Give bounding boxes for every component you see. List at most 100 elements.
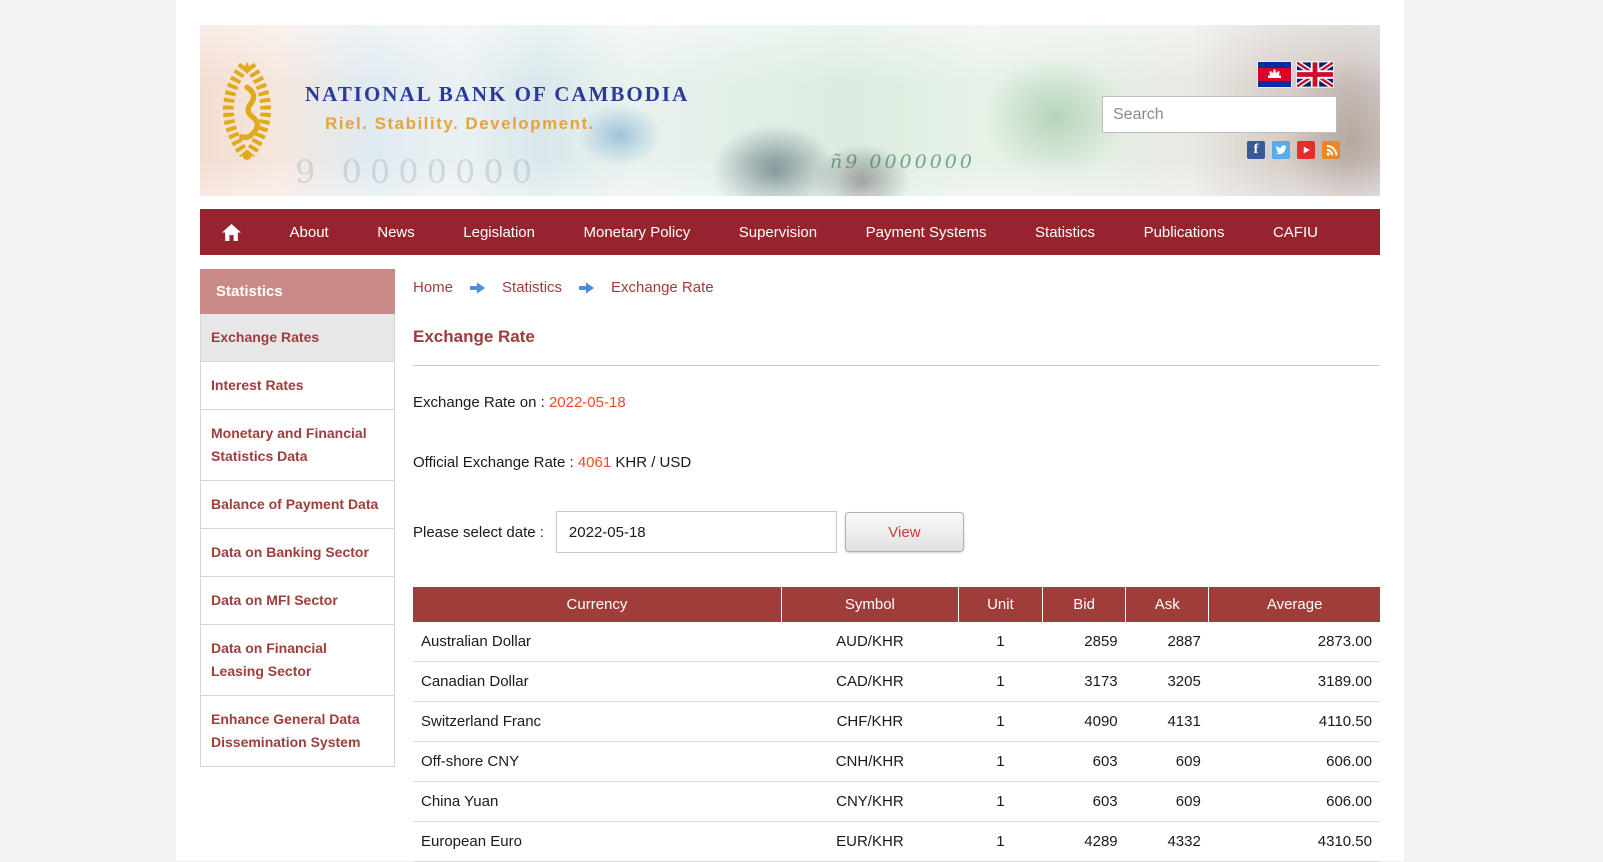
sidebar-item-egdds[interactable]: Enhance General Data Dissemination Syste… bbox=[200, 696, 395, 767]
cell-average: 3189.00 bbox=[1209, 662, 1380, 702]
table-row: Australian Dollar AUD/KHR 1 2859 2887 28… bbox=[413, 622, 1380, 662]
sidebar-item-banking-sector[interactable]: Data on Banking Sector bbox=[200, 529, 395, 577]
search-input[interactable] bbox=[1102, 96, 1337, 133]
breadcrumb-statistics[interactable]: Statistics bbox=[502, 279, 562, 296]
cell-symbol: EUR/KHR bbox=[781, 822, 958, 862]
cell-unit: 1 bbox=[958, 622, 1042, 662]
nav-item-statistics[interactable]: Statistics bbox=[1035, 224, 1095, 241]
table-header-row: Currency Symbol Unit Bid Ask Average bbox=[413, 587, 1380, 622]
sidebar-item-interest-rates[interactable]: Interest Rates bbox=[200, 362, 395, 410]
cell-bid: 2859 bbox=[1043, 622, 1126, 662]
cell-currency: Canadian Dollar bbox=[413, 662, 781, 702]
official-rate-label: Official Exchange Rate : bbox=[413, 454, 574, 471]
table-row: Off-shore CNY CNH/KHR 1 603 609 606.00 bbox=[413, 742, 1380, 782]
nav-item-supervision[interactable]: Supervision bbox=[739, 224, 817, 241]
home-icon[interactable] bbox=[222, 224, 241, 241]
header-banner: 9 0000000 ñ9 0000000 NATIONAL BANK OF CA… bbox=[200, 25, 1380, 196]
page-title: Exchange Rate bbox=[413, 327, 1380, 366]
bank-name-title: NATIONAL BANK OF CAMBODIA bbox=[305, 82, 689, 107]
col-header-ask: Ask bbox=[1126, 587, 1209, 622]
cell-currency: Switzerland Franc bbox=[413, 702, 781, 742]
cell-unit: 1 bbox=[958, 662, 1042, 702]
nav-item-payment-systems[interactable]: Payment Systems bbox=[866, 224, 987, 241]
cell-unit: 1 bbox=[958, 702, 1042, 742]
select-date-label: Please select date : bbox=[413, 524, 544, 541]
breadcrumb-arrow-icon bbox=[579, 282, 594, 294]
bank-tagline: Riel. Stability. Development. bbox=[325, 114, 595, 134]
date-select-form: Please select date : View bbox=[413, 511, 1380, 553]
facebook-icon[interactable]: f bbox=[1247, 141, 1265, 159]
cell-bid: 4289 bbox=[1043, 822, 1126, 862]
main-navigation: About News Legislation Monetary Policy S… bbox=[200, 209, 1380, 255]
cell-currency: European Euro bbox=[413, 822, 781, 862]
sidebar-item-balance-of-payment[interactable]: Balance of Payment Data bbox=[200, 481, 395, 529]
table-row: Switzerland Franc CHF/KHR 1 4090 4131 41… bbox=[413, 702, 1380, 742]
nav-item-news[interactable]: News bbox=[377, 224, 415, 241]
social-links: f bbox=[1247, 141, 1340, 159]
exchange-rates-table: Currency Symbol Unit Bid Ask Average Aus… bbox=[413, 587, 1380, 862]
breadcrumb-home[interactable]: Home bbox=[413, 279, 453, 296]
cell-symbol: CAD/KHR bbox=[781, 662, 958, 702]
twitter-icon[interactable] bbox=[1272, 141, 1290, 159]
nav-item-about[interactable]: About bbox=[290, 224, 329, 241]
cell-average: 606.00 bbox=[1209, 742, 1380, 782]
nav-item-cafiu[interactable]: CAFIU bbox=[1273, 224, 1318, 241]
breadcrumb-exchange-rate[interactable]: Exchange Rate bbox=[611, 279, 714, 296]
cell-unit: 1 bbox=[958, 742, 1042, 782]
cell-bid: 4090 bbox=[1043, 702, 1126, 742]
exchange-rate-on-date: 2022-05-18 bbox=[549, 394, 626, 411]
youtube-icon[interactable] bbox=[1297, 141, 1315, 159]
cell-unit: 1 bbox=[958, 782, 1042, 822]
official-rate-line: Official Exchange Rate : 4061 KHR / USD bbox=[413, 454, 1380, 471]
english-flag-icon[interactable] bbox=[1297, 62, 1333, 87]
view-button[interactable]: View bbox=[845, 512, 964, 552]
nav-item-legislation[interactable]: Legislation bbox=[463, 224, 535, 241]
breadcrumb-arrow-icon bbox=[470, 282, 485, 294]
cell-bid: 603 bbox=[1043, 742, 1126, 782]
exchange-rate-on-line: Exchange Rate on : 2022-05-18 bbox=[413, 394, 1380, 411]
sidebar-item-exchange-rates[interactable]: Exchange Rates bbox=[200, 314, 395, 362]
cell-average: 606.00 bbox=[1209, 782, 1380, 822]
cell-average: 2873.00 bbox=[1209, 622, 1380, 662]
sidebar-item-mfi-sector[interactable]: Data on MFI Sector bbox=[200, 577, 395, 625]
breadcrumb: Home Statistics Exchange Rate bbox=[413, 279, 1380, 296]
cell-ask: 609 bbox=[1126, 742, 1209, 782]
sidebar: Statistics Exchange Rates Interest Rates… bbox=[200, 269, 395, 767]
cell-bid: 603 bbox=[1043, 782, 1126, 822]
sidebar-item-financial-leasing[interactable]: Data on Financial Leasing Sector bbox=[200, 625, 395, 696]
exchange-rate-on-label: Exchange Rate on : bbox=[413, 394, 545, 411]
official-rate-unit: KHR / USD bbox=[615, 454, 691, 471]
page-wrapper: 9 0000000 ñ9 0000000 NATIONAL BANK OF CA… bbox=[176, 0, 1404, 861]
cell-ask: 3205 bbox=[1126, 662, 1209, 702]
table-row: European Euro EUR/KHR 1 4289 4332 4310.5… bbox=[413, 822, 1380, 862]
col-header-bid: Bid bbox=[1043, 587, 1126, 622]
cell-currency: Australian Dollar bbox=[413, 622, 781, 662]
nav-item-publications[interactable]: Publications bbox=[1144, 224, 1225, 241]
col-header-symbol: Symbol bbox=[781, 587, 958, 622]
cell-average: 4310.50 bbox=[1209, 822, 1380, 862]
cell-symbol: AUD/KHR bbox=[781, 622, 958, 662]
col-header-average: Average bbox=[1209, 587, 1380, 622]
cell-ask: 2887 bbox=[1126, 622, 1209, 662]
main-content: Home Statistics Exchange Rate Exchange R… bbox=[413, 269, 1380, 862]
table-row: Canadian Dollar CAD/KHR 1 3173 3205 3189… bbox=[413, 662, 1380, 702]
cell-symbol: CHF/KHR bbox=[781, 702, 958, 742]
cell-average: 4110.50 bbox=[1209, 702, 1380, 742]
language-switcher bbox=[1258, 62, 1333, 87]
sidebar-title: Statistics bbox=[200, 269, 395, 314]
cell-symbol: CNY/KHR bbox=[781, 782, 958, 822]
cell-currency: China Yuan bbox=[413, 782, 781, 822]
cell-ask: 609 bbox=[1126, 782, 1209, 822]
date-input[interactable] bbox=[556, 511, 837, 553]
table-row: China Yuan CNY/KHR 1 603 609 606.00 bbox=[413, 782, 1380, 822]
khmer-flag-icon[interactable] bbox=[1258, 62, 1291, 87]
cell-ask: 4131 bbox=[1126, 702, 1209, 742]
cell-symbol: CNH/KHR bbox=[781, 742, 958, 782]
cell-ask: 4332 bbox=[1126, 822, 1209, 862]
sidebar-item-monetary-financial-stats[interactable]: Monetary and Financial Statistics Data bbox=[200, 410, 395, 481]
banner-banknote-serial-faint: 9 0000000 bbox=[295, 153, 540, 191]
rss-icon[interactable] bbox=[1322, 141, 1340, 159]
banner-banknote-serial: ñ9 0000000 bbox=[830, 151, 975, 173]
col-header-currency: Currency bbox=[413, 587, 781, 622]
nav-item-monetary-policy[interactable]: Monetary Policy bbox=[584, 224, 691, 241]
